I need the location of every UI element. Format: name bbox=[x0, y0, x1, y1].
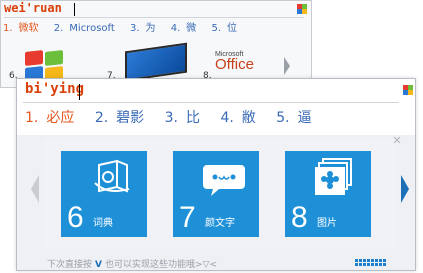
image-candidate-windows[interactable]: 6. bbox=[9, 43, 89, 82]
footer-hint: 下次直接按 V 也可以实现这些功能哦>▽< bbox=[47, 260, 217, 270]
divider bbox=[23, 102, 399, 103]
candidate-list: 1. 微软 2. Microsoft 3. 为 4. 微 5. 位 bbox=[3, 19, 249, 34]
candidate-list: 1. 必应 2. 碧影 3. 比 4. 敝 5. 逼 bbox=[25, 107, 328, 127]
ime-logo-icon[interactable] bbox=[403, 85, 413, 95]
tile-emoticon[interactable]: 7 颜文字 bbox=[173, 151, 259, 237]
tile-number: 7 bbox=[179, 201, 196, 234]
dictionary-icon bbox=[94, 159, 130, 193]
candidate-item[interactable]: 4. 敝 bbox=[220, 110, 263, 126]
next-page-arrow-icon[interactable] bbox=[401, 175, 409, 203]
candidate-bar: bi'ying 1. 必应 2. 碧影 3. 比 4. 敝 5. 逼 bbox=[17, 79, 415, 135]
prev-page-arrow-icon[interactable] bbox=[31, 175, 39, 203]
candidate-item[interactable]: 3. 比 bbox=[165, 110, 208, 126]
text-caret bbox=[74, 3, 75, 16]
hint-key: V bbox=[95, 260, 102, 270]
ime-logo-icon[interactable] bbox=[297, 4, 307, 14]
emoticon-icon bbox=[203, 165, 245, 196]
windows-logo-icon bbox=[25, 50, 63, 82]
text-caret bbox=[79, 84, 80, 100]
tile-label: 词典 bbox=[93, 218, 113, 229]
divider bbox=[4, 17, 304, 18]
candidate-item[interactable]: 2. 碧影 bbox=[95, 110, 152, 126]
candidate-item[interactable]: 1. 必应 bbox=[25, 110, 82, 126]
candidate-item[interactable]: 4. 微 bbox=[171, 23, 203, 34]
back-candidate-window: wei'ruan 1. 微软 2. Microsoft 3. 为 4. 微 5. 位 6.… bbox=[0, 0, 312, 88]
tile-label: 颜文字 bbox=[205, 218, 235, 229]
tile-label: 图片 bbox=[317, 218, 337, 229]
tile-number: 6 bbox=[67, 201, 84, 234]
front-candidate-window: bi'ying 1. 必应 2. 碧影 3. 比 4. 敝 5. 逼 ✕ 6 词典 bbox=[16, 78, 416, 271]
grid-menu-icon[interactable] bbox=[355, 259, 387, 267]
tile-dictionary[interactable]: 6 词典 bbox=[61, 151, 147, 237]
tile-number: 8 bbox=[291, 201, 308, 234]
candidate-item[interactable]: 5. 位 bbox=[211, 23, 243, 34]
office-logo-icon: Microsoft Office bbox=[215, 51, 254, 73]
candidate-item[interactable]: 3. 为 bbox=[130, 23, 162, 34]
tile-picture[interactable]: 8 图片 bbox=[285, 151, 371, 237]
close-icon[interactable]: ✕ bbox=[391, 135, 403, 147]
picture-icon bbox=[315, 158, 352, 195]
candidate-item[interactable]: 5. 逼 bbox=[276, 110, 319, 126]
candidate-item[interactable]: 2. Microsoft bbox=[54, 23, 121, 34]
candidate-item[interactable]: 1. 微软 bbox=[3, 23, 45, 34]
pinyin-input: bi'ying bbox=[25, 81, 85, 97]
pinyin-input: wei'ruan bbox=[4, 1, 62, 15]
next-page-arrow-icon[interactable] bbox=[284, 57, 290, 75]
